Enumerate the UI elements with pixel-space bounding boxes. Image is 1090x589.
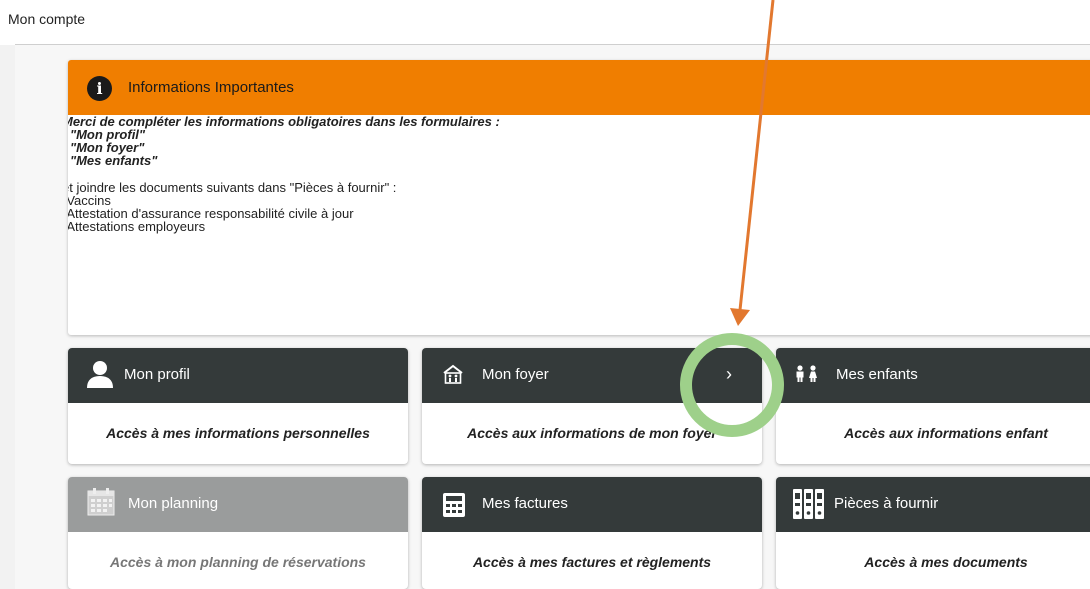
card-title: Mes factures <box>482 495 568 512</box>
card-header: Mon foyer › <box>422 348 762 403</box>
required-form-item: - "Mon foyer" <box>68 140 145 155</box>
card-header: Mes enfants <box>776 348 1090 403</box>
card-title: Mon planning <box>128 495 219 512</box>
card-description: Accès aux informations enfant <box>844 425 1048 441</box>
card-title: Mes enfants <box>836 366 918 383</box>
required-form-item: - "Mon profil" <box>68 127 146 142</box>
card-pieces-a-fournir[interactable]: Pièces à fournir Accès à mes documents <box>776 477 1090 589</box>
card-mes-enfants[interactable]: Mes enfants Accès aux informations enfan… <box>776 348 1090 464</box>
card-description: Accès à mes factures et règlements <box>472 554 712 570</box>
card-header: Mon planning <box>68 477 408 532</box>
info-panel-header: i Informations Importantes <box>68 60 1090 115</box>
card-description: Accès à mon planning de réservations <box>110 554 366 570</box>
doc-item: -Attestation d'assurance responsabilité … <box>68 206 354 221</box>
docs-intro: et joindre les documents suivants dans "… <box>68 180 397 195</box>
home-family-icon <box>443 364 463 384</box>
card-title: Mon profil <box>124 366 190 383</box>
card-description: Accès aux informations de mon foyer <box>467 425 717 441</box>
info-intro: Merci de compléter les informations obli… <box>68 114 500 129</box>
card-mon-profil[interactable]: Mon profil Accès à mes informations pers… <box>68 348 408 464</box>
doc-item: -Attestations employeurs <box>68 219 206 234</box>
card-mon-foyer[interactable]: Mon foyer › Accès aux informations de mo… <box>422 348 762 464</box>
page-title: Mon compte <box>8 11 86 27</box>
user-icon <box>87 361 113 388</box>
important-info-panel: i Informations Importantes Merci de comp… <box>68 60 1090 335</box>
chevron-right-icon[interactable]: › <box>726 364 732 385</box>
calculator-icon <box>443 493 465 517</box>
info-panel-body: Merci de compléter les informations obli… <box>68 115 1090 233</box>
required-form-item: - "Mes enfants" <box>68 153 158 168</box>
children-icon <box>796 365 817 382</box>
card-mes-factures[interactable]: Mes factures Accès à mes factures et règ… <box>422 477 762 589</box>
card-description: Accès à mes documents <box>864 554 1028 570</box>
card-header: Pièces à fournir <box>776 477 1090 532</box>
top-bar: Mon compte <box>0 0 1090 45</box>
card-title: Pièces à fournir <box>834 495 939 512</box>
card-header: Mon profil <box>68 348 408 403</box>
card-title: Mon foyer <box>482 366 549 383</box>
card-mon-planning[interactable]: Mon planning Accès à mon planning de rés… <box>68 477 408 589</box>
card-header: Mes factures <box>422 477 762 532</box>
binders-icon <box>793 489 824 519</box>
info-panel-title: Informations Importantes <box>128 79 294 96</box>
calendar-icon <box>87 488 115 516</box>
info-icon: i <box>87 76 112 101</box>
card-description: Accès à mes informations personnelles <box>106 425 370 441</box>
